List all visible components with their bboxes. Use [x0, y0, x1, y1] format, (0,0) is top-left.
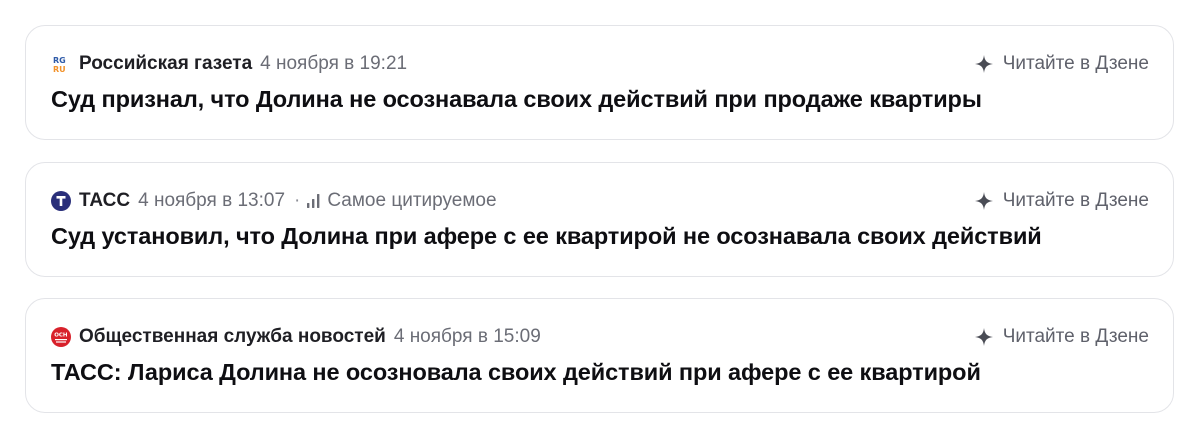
sparkle-icon: [974, 191, 994, 211]
bar-chart-icon: [306, 193, 322, 209]
news-headline[interactable]: ТАСС: Лариса Долина не осозновала своих …: [51, 359, 981, 386]
separator-dot: ·: [294, 190, 301, 211]
news-feed: RG RU Российская газета 4 ноября в 19:21…: [0, 0, 1200, 437]
publish-date: 4 ноября в 15:09: [393, 326, 541, 347]
sparkle-icon: [974, 54, 994, 74]
svg-text:ОСН: ОСН: [54, 333, 68, 339]
osn-logo-icon[interactable]: ОСН: [51, 327, 71, 347]
source-name[interactable]: ТАСС: [79, 190, 130, 212]
news-meta: ОСН Общественная служба новостей 4 ноябр…: [51, 323, 541, 351]
publish-date: 4 ноября в 13:07: [138, 190, 286, 211]
news-meta: RG RU Российская газета 4 ноября в 19:21: [51, 50, 407, 78]
svg-text:RU: RU: [53, 65, 66, 74]
rg-ru-logo-icon[interactable]: RG RU: [51, 54, 71, 74]
news-meta: ТАСС 4 ноября в 13:07 · Самое цитируемое: [51, 187, 497, 215]
publish-date: 4 ноября в 19:21: [260, 53, 408, 74]
read-in-dzen-label: Читайте в Дзене: [1002, 190, 1149, 211]
source-name[interactable]: Общественная служба новостей: [79, 326, 386, 348]
news-card[interactable]: RG RU Российская газета 4 ноября в 19:21…: [25, 25, 1174, 140]
news-card[interactable]: ОСН Общественная служба новостей 4 ноябр…: [25, 298, 1174, 413]
svg-text:RG: RG: [53, 56, 66, 65]
read-in-dzen-link[interactable]: Читайте в Дзене: [974, 187, 1149, 215]
read-in-dzen-label: Читайте в Дзене: [1002, 326, 1149, 347]
tass-logo-icon[interactable]: [51, 191, 71, 211]
read-in-dzen-link[interactable]: Читайте в Дзене: [974, 50, 1149, 78]
news-card[interactable]: ТАСС 4 ноября в 13:07 · Самое цитируемое…: [25, 162, 1174, 277]
read-in-dzen-link[interactable]: Читайте в Дзене: [974, 323, 1149, 351]
source-name[interactable]: Российская газета: [79, 53, 252, 75]
news-headline[interactable]: Суд установил, что Долина при афере с ее…: [51, 223, 1042, 250]
news-headline[interactable]: Суд признал, что Долина не осознавала св…: [51, 86, 982, 113]
sparkle-icon: [974, 327, 994, 347]
read-in-dzen-label: Читайте в Дзене: [1002, 53, 1149, 74]
most-cited-label: Самое цитируемое: [327, 190, 497, 211]
